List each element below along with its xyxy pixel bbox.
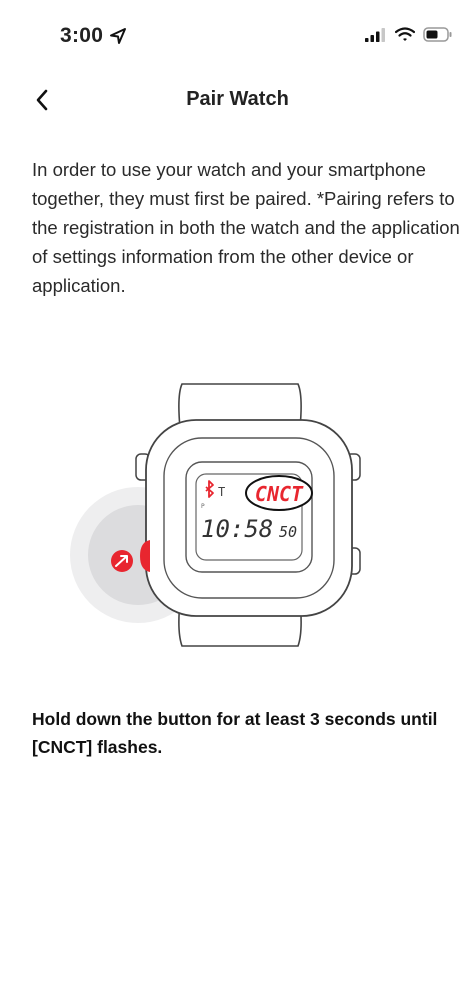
watch-illustration: T P CNCT 10:58 50 (70, 383, 361, 647)
status-bar: 3:00 (0, 0, 475, 70)
display-seconds: 50 (279, 523, 297, 541)
nav-bar: Pair Watch (0, 78, 475, 122)
svg-text:T: T (218, 485, 225, 499)
cellular-signal-icon (365, 27, 385, 42)
intro-text: In order to use your watch and your smar… (32, 159, 460, 296)
wifi-icon (395, 27, 415, 41)
press-arrow-icon (111, 550, 133, 572)
status-time: 3:00 (60, 24, 104, 47)
instruction-text: Hold down the button for at least 3 seco… (32, 709, 438, 757)
status-icons (365, 27, 453, 42)
location-arrow-icon (110, 28, 126, 44)
svg-text:P: P (201, 503, 205, 510)
battery-icon (423, 27, 452, 42)
display-time: 10:58 (201, 515, 273, 543)
page-title: Pair Watch (186, 88, 289, 110)
display-cnct: CNCT (255, 482, 304, 506)
